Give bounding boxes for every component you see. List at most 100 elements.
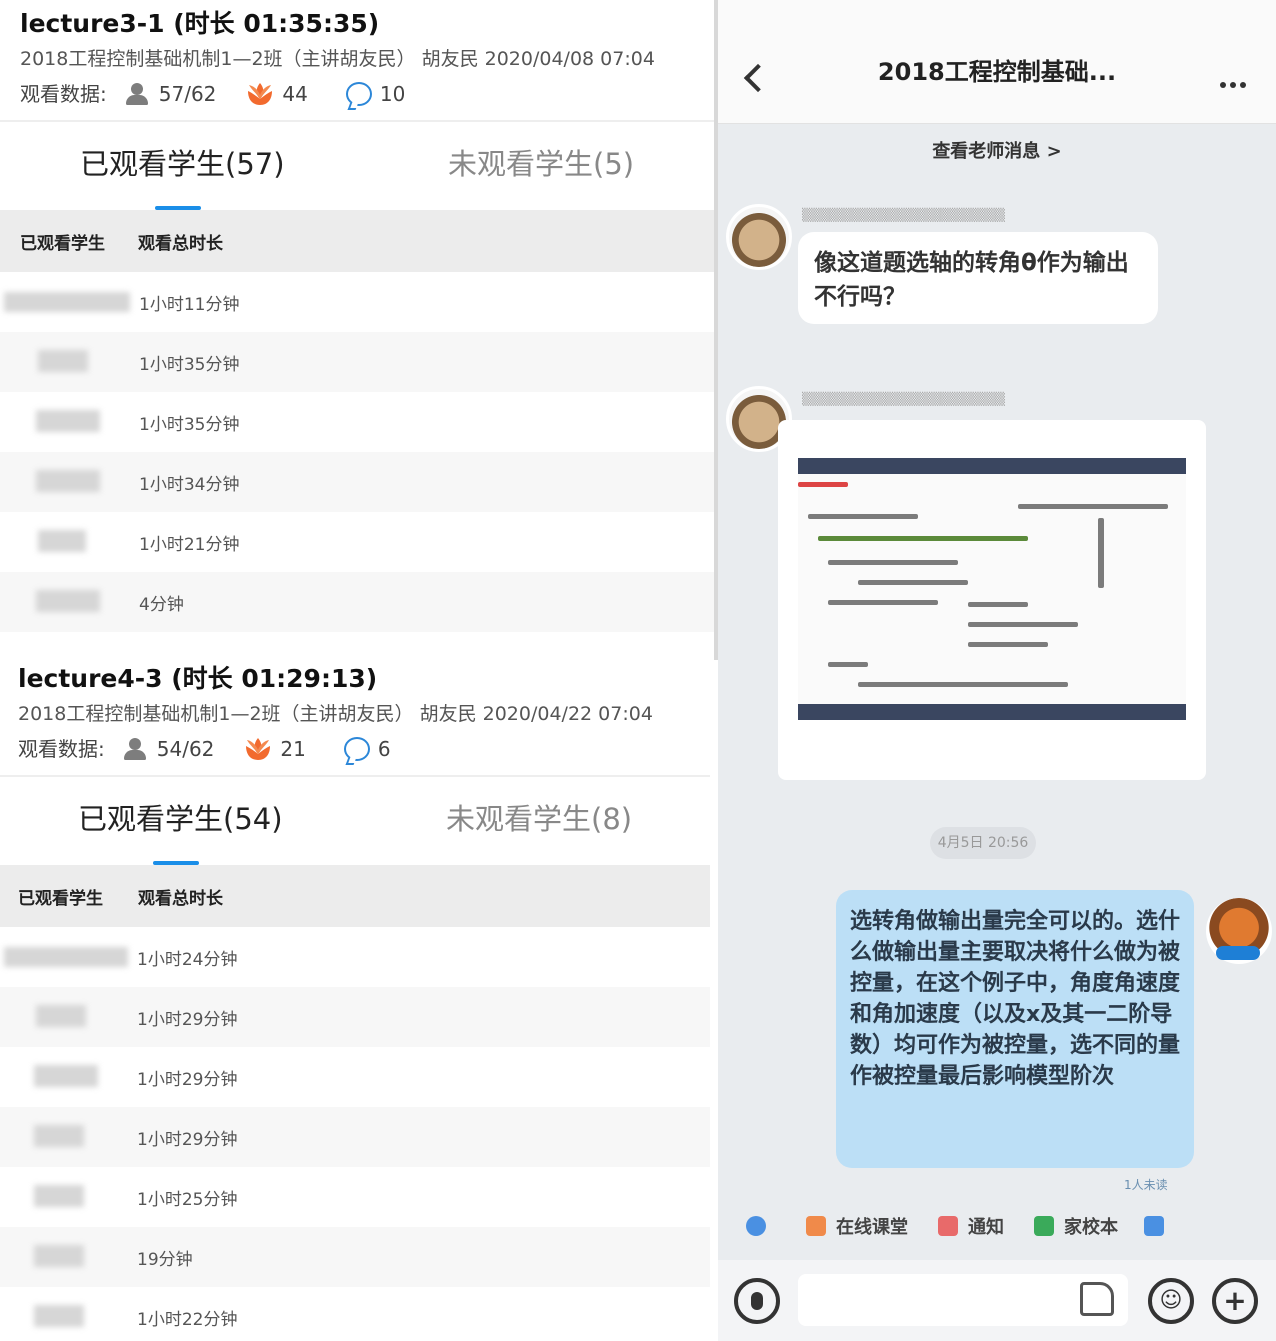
toolbar-online-class[interactable]: 在线课堂 bbox=[806, 1213, 908, 1239]
comment-count: 10 bbox=[345, 76, 405, 112]
watch-tabs: 已观看学生(54) 未观看学生(8) bbox=[0, 777, 710, 865]
read-status[interactable]: 1人未读 bbox=[1124, 1176, 1168, 1193]
tab-unwatched[interactable]: 未观看学生(5) bbox=[448, 144, 634, 184]
student-name-blurred bbox=[0, 1287, 133, 1341]
watch-duration: 4分钟 bbox=[139, 594, 184, 615]
toolbar-homework[interactable]: 家校本 bbox=[1034, 1213, 1118, 1239]
watch-duration: 1小时22分钟 bbox=[137, 1309, 238, 1330]
watch-duration: 1小时11分钟 bbox=[139, 294, 240, 315]
chat-input-bar: ☺ + bbox=[718, 1260, 1276, 1341]
chat-toolbar: 在线课堂 通知 家校本 bbox=[718, 1198, 1276, 1254]
voice-button[interactable] bbox=[734, 1278, 780, 1324]
column-duration: 观看总时长 bbox=[138, 233, 223, 254]
table-row[interactable]: 4分钟 bbox=[0, 572, 714, 632]
student-name-blurred bbox=[0, 392, 135, 452]
status-bar bbox=[718, 0, 1276, 38]
sender-name-blurred: ▒▒▒▒▒▒▒▒▒▒▒▒▒▒▒▒▒▒▒▒▒▒ bbox=[802, 392, 1006, 406]
question-bubble[interactable]: 像这道题选轴的转角θ作为输出不行吗？ bbox=[798, 232, 1158, 324]
table-row[interactable]: 1小时25分钟 bbox=[0, 1167, 710, 1227]
watch-duration: 1小时29分钟 bbox=[137, 1129, 238, 1150]
lecture-meta: 2018工程控制基础机制1—2班（主讲胡友民） 胡友民 2020/04/08 0… bbox=[20, 48, 655, 70]
watch-duration: 1小时21分钟 bbox=[139, 534, 240, 555]
notice-icon bbox=[938, 1216, 958, 1236]
lecture-stats: 观看数据: 54/62 21 6 bbox=[18, 731, 710, 767]
lecture-meta: 2018工程控制基础机制1—2班（主讲胡友民） 胡友民 2020/04/22 0… bbox=[18, 703, 653, 725]
comment-icon bbox=[345, 82, 372, 106]
student-name-blurred bbox=[0, 272, 135, 332]
lecture-title: lecture3-1 (时长 01:35:35) bbox=[20, 9, 380, 38]
people-icon bbox=[121, 737, 149, 761]
lecture-title: lecture4-3 (时长 01:29:13) bbox=[18, 664, 378, 693]
emoji-button[interactable]: ☺ bbox=[1148, 1278, 1194, 1324]
plus-icon: + bbox=[1223, 1284, 1247, 1317]
homework-icon bbox=[1034, 1216, 1054, 1236]
table-row[interactable]: 1小时29分钟 bbox=[0, 1047, 710, 1107]
column-student: 已观看学生 bbox=[20, 233, 105, 254]
tab-watched[interactable]: 已观看学生(54) bbox=[78, 799, 283, 839]
table-row[interactable]: 1小时24分钟 bbox=[0, 927, 710, 987]
table-row[interactable]: 1小时35分钟 bbox=[0, 332, 714, 392]
more-tools-icon bbox=[1144, 1216, 1164, 1236]
flower-count: 21 bbox=[244, 731, 306, 767]
watch-duration: 1小时24分钟 bbox=[137, 949, 238, 970]
chat-header: 2018工程控制基础... bbox=[718, 38, 1276, 124]
table-row[interactable]: 1小时34分钟 bbox=[0, 452, 714, 512]
table-row[interactable]: 1小时35分钟 bbox=[0, 392, 714, 452]
watch-duration: 1小时34分钟 bbox=[139, 474, 240, 495]
stats-label: 观看数据: bbox=[20, 82, 107, 106]
watch-duration: 19分钟 bbox=[137, 1249, 193, 1270]
table-row[interactable]: 1小时21分钟 bbox=[0, 512, 714, 572]
view-teacher-messages-link[interactable]: 查看老师消息 > bbox=[718, 124, 1276, 180]
headset-icon bbox=[746, 1216, 766, 1236]
student-name-blurred bbox=[0, 332, 135, 392]
viewer-count: 57/62 bbox=[123, 76, 216, 112]
table-header: 已观看学生 观看总时长 bbox=[0, 210, 714, 272]
viewer-count: 54/62 bbox=[121, 731, 214, 767]
student-name-blurred bbox=[0, 987, 133, 1047]
toolbar-notice[interactable]: 通知 bbox=[938, 1213, 1004, 1239]
slide-image-message[interactable] bbox=[778, 420, 1206, 780]
lecture-stats-panel: lecture3-1 (时长 01:35:35) 2018工程控制基础机制1—2… bbox=[0, 0, 718, 1341]
tab-active-indicator bbox=[153, 861, 199, 865]
microphone-icon bbox=[751, 1292, 763, 1310]
teacher-badge bbox=[1216, 946, 1260, 960]
tab-unwatched[interactable]: 未观看学生(8) bbox=[446, 799, 632, 839]
chat-title: 2018工程控制基础... bbox=[877, 58, 1117, 86]
student-name-blurred bbox=[0, 572, 135, 632]
tab-watched[interactable]: 已观看学生(57) bbox=[80, 144, 285, 184]
table-row[interactable]: 1小时11分钟 bbox=[0, 272, 714, 332]
chat-screenshot: 2018工程控制基础... 查看老师消息 > ▒▒▒▒▒▒▒▒▒▒▒▒▒▒▒▒▒… bbox=[718, 0, 1276, 1341]
student-name-blurred bbox=[0, 1047, 133, 1107]
add-button[interactable]: + bbox=[1212, 1278, 1258, 1324]
tab-active-indicator bbox=[155, 206, 201, 210]
lecture-card: lecture4-3 (时长 01:29:13) 2018工程控制基础机制1—2… bbox=[0, 661, 710, 1341]
more-menu-icon[interactable] bbox=[1220, 82, 1246, 90]
toolbar-more[interactable] bbox=[1144, 1216, 1174, 1236]
slide-image bbox=[798, 458, 1186, 720]
flower-icon bbox=[246, 738, 271, 760]
flower-count: 44 bbox=[246, 76, 308, 112]
student-name-blurred bbox=[0, 1167, 133, 1227]
flower-icon bbox=[248, 83, 273, 105]
toolbar-headset[interactable] bbox=[746, 1216, 776, 1236]
table-row[interactable]: 19分钟 bbox=[0, 1227, 710, 1287]
watch-duration: 1小时29分钟 bbox=[137, 1009, 238, 1030]
watch-duration: 1小时29分钟 bbox=[137, 1069, 238, 1090]
table-row[interactable]: 1小时29分钟 bbox=[0, 987, 710, 1047]
lecture-stats: 观看数据: 57/62 44 10 bbox=[20, 76, 714, 112]
student-name-blurred bbox=[0, 927, 133, 987]
sender-name-blurred: ▒▒▒▒▒▒▒▒▒▒▒▒▒▒▒▒▒▒▒▒▒▒ bbox=[802, 208, 1006, 222]
table-row[interactable]: 1小时29分钟 bbox=[0, 1107, 710, 1167]
answer-bubble[interactable]: 选转角做输出量完全可以的。选什么做输出量主要取决将什么做为被控量，在这个例子中，… bbox=[836, 890, 1194, 1168]
watch-tabs: 已观看学生(57) 未观看学生(5) bbox=[0, 122, 714, 210]
sender-avatar[interactable] bbox=[726, 204, 792, 270]
watch-duration: 1小时35分钟 bbox=[139, 354, 240, 375]
table-row[interactable]: 1小时22分钟 bbox=[0, 1287, 710, 1341]
message-input[interactable] bbox=[798, 1274, 1128, 1326]
watch-duration: 1小时25分钟 bbox=[137, 1189, 238, 1210]
comment-count: 6 bbox=[343, 731, 391, 767]
thumbs-up-icon[interactable] bbox=[1080, 1282, 1114, 1316]
column-duration: 观看总时长 bbox=[138, 888, 223, 909]
comment-icon bbox=[343, 737, 370, 761]
stats-label: 观看数据: bbox=[18, 737, 105, 761]
